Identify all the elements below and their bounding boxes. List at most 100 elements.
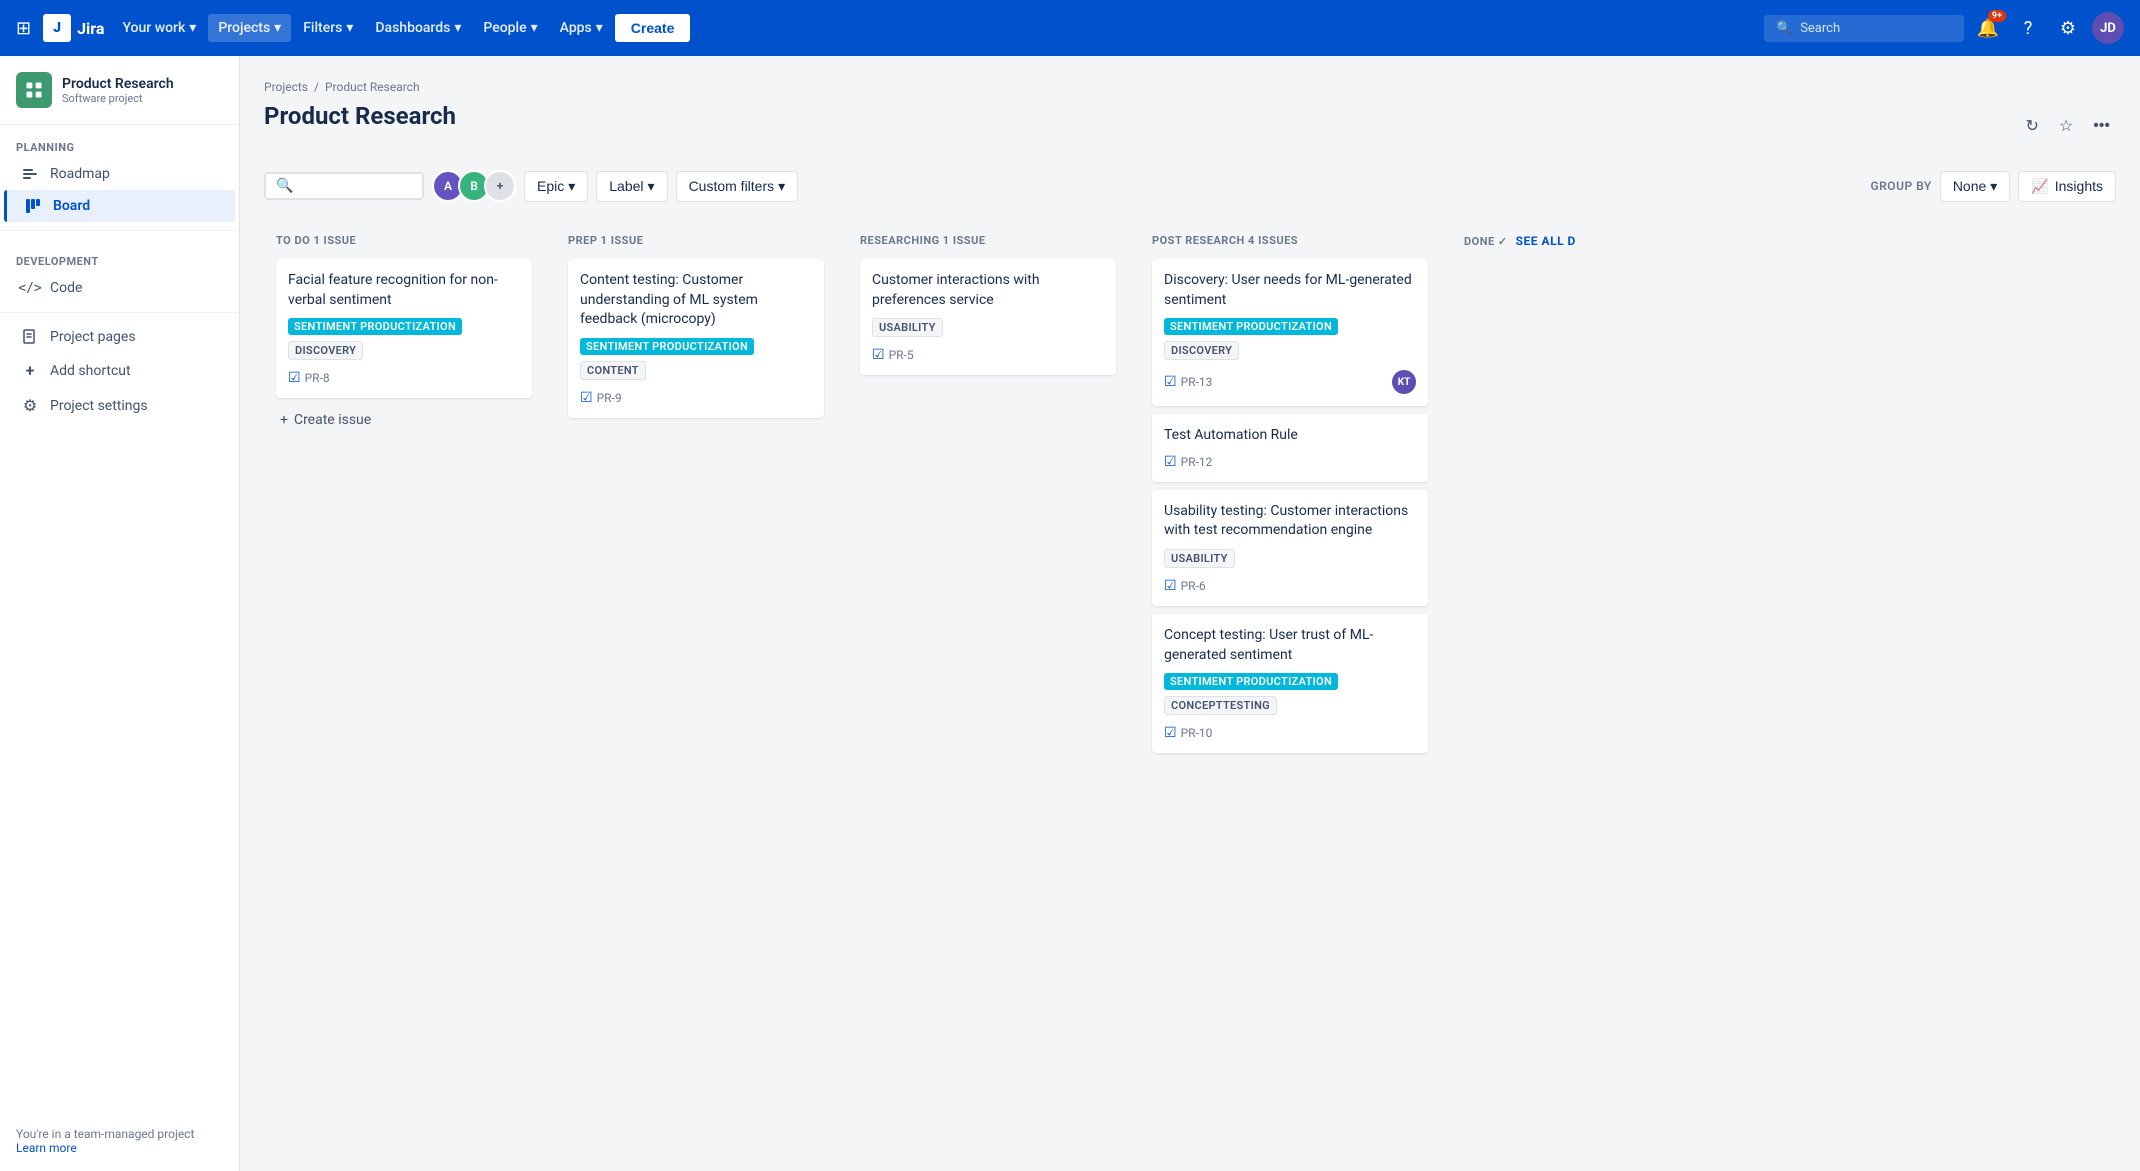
breadcrumb-product-research[interactable]: Product Research xyxy=(325,80,420,94)
column-done-header: DONE ✓ See all D xyxy=(1464,234,1660,248)
column-researching: RESEARCHING 1 ISSUE Customer interaction… xyxy=(848,222,1128,395)
check-icon: ☑ xyxy=(1164,578,1177,594)
card-title: Usability testing: Customer interactions… xyxy=(1164,502,1416,541)
notifications-icon[interactable]: 🔔 9+ xyxy=(1972,12,2004,44)
topnav: ⊞ J Jira Your work ▾ Projects ▾ Filters … xyxy=(0,0,2140,56)
see-all-link[interactable]: See all D xyxy=(1516,234,1576,248)
nav-apps[interactable]: Apps ▾ xyxy=(550,14,613,42)
project-svg xyxy=(24,80,44,100)
plus-icon: + xyxy=(280,412,288,428)
board-toolbar: 🔍 A B + Epic ▾ Label ▾ Custom filters ▾ … xyxy=(264,170,2116,202)
settings-icon[interactable]: ⚙ xyxy=(2052,12,2084,44)
check-icon: ☑ xyxy=(1164,374,1177,390)
table-row[interactable]: Facial feature recognition for non-verba… xyxy=(276,259,532,398)
pages-icon xyxy=(20,329,40,345)
nav-filters[interactable]: Filters ▾ xyxy=(293,14,363,42)
label-filter[interactable]: Label ▾ xyxy=(596,171,667,202)
star-icon-button[interactable]: ☆ xyxy=(2053,110,2079,142)
table-row[interactable]: Concept testing: User trust of ML-genera… xyxy=(1152,614,1428,753)
column-done: DONE ✓ See all D xyxy=(1452,222,1672,272)
table-row[interactable]: Discovery: User needs for ML-generated s… xyxy=(1152,259,1428,406)
main-content: Projects / Product Research Product Rese… xyxy=(240,56,2140,1171)
sidebar-divider-1 xyxy=(0,230,239,231)
card-title: Concept testing: User trust of ML-genera… xyxy=(1164,626,1416,665)
board-search[interactable]: 🔍 xyxy=(264,172,424,200)
grid-icon[interactable]: ⊞ xyxy=(16,18,31,39)
sidebar-item-project-settings[interactable]: ⚙ Project settings xyxy=(4,388,235,423)
card-title: Discovery: User needs for ML-generated s… xyxy=(1164,271,1416,310)
sidebar-item-roadmap[interactable]: Roadmap xyxy=(4,158,235,190)
page-actions: ↻ ☆ ••• xyxy=(2019,110,2116,142)
nav-projects[interactable]: Projects ▾ xyxy=(208,14,291,42)
table-row[interactable]: Customer interactions with preferences s… xyxy=(860,259,1116,375)
code-icon: </> xyxy=(20,281,40,296)
sidebar-divider-2 xyxy=(0,312,239,313)
check-icon: ☑ xyxy=(1164,454,1177,470)
epic-filter[interactable]: Epic ▾ xyxy=(524,171,588,202)
sidebar-item-code[interactable]: </> Code xyxy=(4,272,235,304)
nav-your-work[interactable]: Your work ▾ xyxy=(112,14,206,42)
learn-more-link[interactable]: Learn more xyxy=(16,1141,77,1155)
chevron-down-icon: ▾ xyxy=(568,178,575,195)
logo-icon: J xyxy=(43,14,71,42)
search-box[interactable]: 🔍 Search xyxy=(1764,15,1964,42)
card-type-tag: Usability xyxy=(872,318,943,337)
avatar-add-button[interactable]: + xyxy=(484,170,516,202)
page-header-row: Product Research ↻ ☆ ••• xyxy=(264,102,2116,150)
more-actions-button[interactable]: ••• xyxy=(2087,111,2116,141)
card-type-tag: Discovery xyxy=(288,341,363,360)
nav-people[interactable]: People ▾ xyxy=(473,14,547,42)
create-issue-button[interactable]: + Create issue xyxy=(276,406,532,434)
column-todo: TO DO 1 ISSUE Facial feature recognition… xyxy=(264,222,544,446)
custom-filters[interactable]: Custom filters ▾ xyxy=(676,171,799,202)
check-icon: ☑ xyxy=(872,347,885,363)
breadcrumb-projects[interactable]: Projects xyxy=(264,80,308,94)
column-prep-header: PREP 1 ISSUE xyxy=(568,234,824,247)
table-row[interactable]: Test Automation Rule ☑ PR-12 xyxy=(1152,414,1428,482)
sidebar-footer: You're in a team-managed project Learn m… xyxy=(0,1111,239,1171)
sidebar-item-pages[interactable]: Project pages xyxy=(4,321,235,353)
card-type-tag: Usability xyxy=(1164,549,1235,568)
group-by-button[interactable]: None ▾ xyxy=(1940,171,2011,202)
nav-dashboards[interactable]: Dashboards ▾ xyxy=(365,14,471,42)
sidebar-item-board[interactable]: Board xyxy=(4,190,235,222)
column-prep: PREP 1 ISSUE Content testing: Customer u… xyxy=(556,222,836,438)
card-type-tag: Content xyxy=(580,361,646,380)
card-tag: SENTIMENT PRODUCTIZATION xyxy=(580,338,754,355)
help-icon[interactable]: ? xyxy=(2012,12,2044,44)
column-post-research-header: POST RESEARCH 4 ISSUES xyxy=(1152,234,1428,247)
check-icon: ☑ xyxy=(580,390,593,406)
user-avatar[interactable]: JD xyxy=(2092,12,2124,44)
chevron-down-icon-2: ▾ xyxy=(648,178,655,195)
card-type-tag: Discovery xyxy=(1164,341,1239,360)
topnav-nav: Your work ▾ Projects ▾ Filters ▾ Dashboa… xyxy=(112,14,1756,42)
jira-logo[interactable]: J Jira xyxy=(43,14,104,42)
table-row[interactable]: Usability testing: Customer interactions… xyxy=(1152,490,1428,606)
add-icon: + xyxy=(20,361,40,380)
column-researching-header: RESEARCHING 1 ISSUE xyxy=(860,234,1116,247)
group-by-area: GROUP BY None ▾ 📈 Insights xyxy=(1871,171,2117,202)
card-tag: SENTIMENT PRODUCTIZATION xyxy=(288,318,462,335)
board: TO DO 1 ISSUE Facial feature recognition… xyxy=(264,222,2116,793)
column-todo-header: TO DO 1 ISSUE xyxy=(276,234,532,247)
card-title: Facial feature recognition for non-verba… xyxy=(288,271,520,310)
insights-button[interactable]: 📈 Insights xyxy=(2018,171,2116,202)
search-input[interactable] xyxy=(299,179,412,194)
check-icon: ☑ xyxy=(288,370,301,386)
sidebar-item-add-shortcut[interactable]: + Add shortcut xyxy=(4,353,235,388)
insights-icon: 📈 xyxy=(2031,178,2048,195)
card-avatar: KT xyxy=(1392,370,1416,394)
table-row[interactable]: Content testing: Customer understanding … xyxy=(568,259,824,418)
refresh-icon-button[interactable]: ↻ xyxy=(2019,110,2044,142)
board-icon xyxy=(23,198,43,214)
chevron-down-icon-3: ▾ xyxy=(778,178,785,195)
create-button[interactable]: Create xyxy=(615,14,691,42)
card-type-tag: ConceptTesting xyxy=(1164,696,1277,715)
breadcrumb: Projects / Product Research xyxy=(264,80,2116,94)
check-icon: ☑ xyxy=(1164,725,1177,741)
search-icon: 🔍 xyxy=(1776,21,1792,36)
card-title: Test Automation Rule xyxy=(1164,426,1416,446)
sidebar: Product Research Software project PLANNI… xyxy=(0,56,240,1171)
card-title: Content testing: Customer understanding … xyxy=(580,271,812,330)
settings-gear-icon: ⚙ xyxy=(20,396,40,415)
